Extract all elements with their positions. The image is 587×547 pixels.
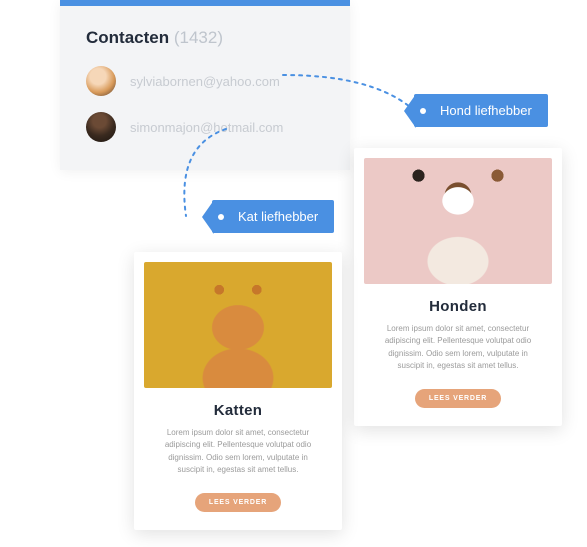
contacts-title: Contacten [86,28,169,47]
avatar [86,66,116,96]
contact-email: simonmajon@hotmail.com [130,120,283,135]
contacts-header: Contacten (1432) [86,28,324,48]
contacts-count: (1432) [174,28,223,47]
tag-label: Kat liefhebber [238,209,318,224]
tag-dot-icon [218,214,224,220]
read-more-button[interactable]: LEES VERDER [195,493,281,512]
contact-row[interactable]: sylviabornen@yahoo.com [86,66,324,96]
cat-image [144,262,332,388]
dog-image [364,158,552,284]
card-title: Honden [364,298,552,315]
card-katten: Katten Lorem ipsum dolor sit amet, conse… [134,252,342,530]
contact-row[interactable]: simonmajon@hotmail.com [86,112,324,142]
tag-hond-liefhebber[interactable]: Hond liefhebber [414,94,548,127]
contact-email: sylviabornen@yahoo.com [130,74,280,89]
card-body: Lorem ipsum dolor sit amet, consectetur … [364,323,552,373]
tag-kat-liefhebber[interactable]: Kat liefhebber [212,200,334,233]
card-body: Lorem ipsum dolor sit amet, consectetur … [144,427,332,477]
avatar [86,112,116,142]
contacts-panel: Contacten (1432) sylviabornen@yahoo.com … [60,0,350,170]
tag-dot-icon [420,108,426,114]
read-more-button[interactable]: LEES VERDER [415,389,501,408]
card-title: Katten [144,402,332,419]
tag-label: Hond liefhebber [440,103,532,118]
card-honden: Honden Lorem ipsum dolor sit amet, conse… [354,148,562,426]
